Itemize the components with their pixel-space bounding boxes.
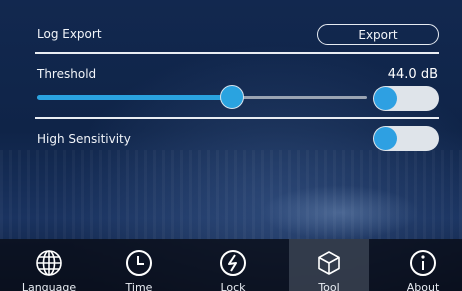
log-export-label: Log Export [37,27,102,41]
lightning-icon [218,248,248,278]
threshold-value: 44.0 dB [387,67,438,82]
toggle-knob [374,127,397,150]
nav-item-tool[interactable]: Tool [289,239,369,291]
background-glow [260,185,420,240]
nav-label-language: Language [21,281,77,291]
threshold-slider[interactable] [37,85,367,109]
slider-fill [37,95,232,100]
toggle-knob [374,87,397,110]
globe-icon [34,248,64,278]
threshold-label: Threshold [37,67,97,81]
high-sensitivity-toggle[interactable] [373,126,439,151]
cube-icon [314,248,344,278]
nav-label-time: Time [125,281,153,291]
export-button[interactable]: Export [317,24,439,45]
high-sensitivity-label: High Sensitivity [37,132,131,146]
clock-icon [124,248,154,278]
nav-item-time[interactable]: Time [99,239,179,291]
info-icon [408,248,438,278]
nav-item-language[interactable]: Language [9,239,89,291]
nav-label-lock: Lock [220,281,246,291]
nav-item-about[interactable]: About [383,239,462,291]
nav-label-about: About [406,281,440,291]
divider [35,117,439,119]
divider [35,52,439,54]
threshold-toggle[interactable] [373,86,439,111]
nav-item-lock[interactable]: Lock [193,239,273,291]
slider-thumb[interactable] [219,85,244,109]
nav-label-tool: Tool [318,281,340,291]
settings-screen: Log Export Export Threshold 44.0 dB High… [0,0,462,291]
